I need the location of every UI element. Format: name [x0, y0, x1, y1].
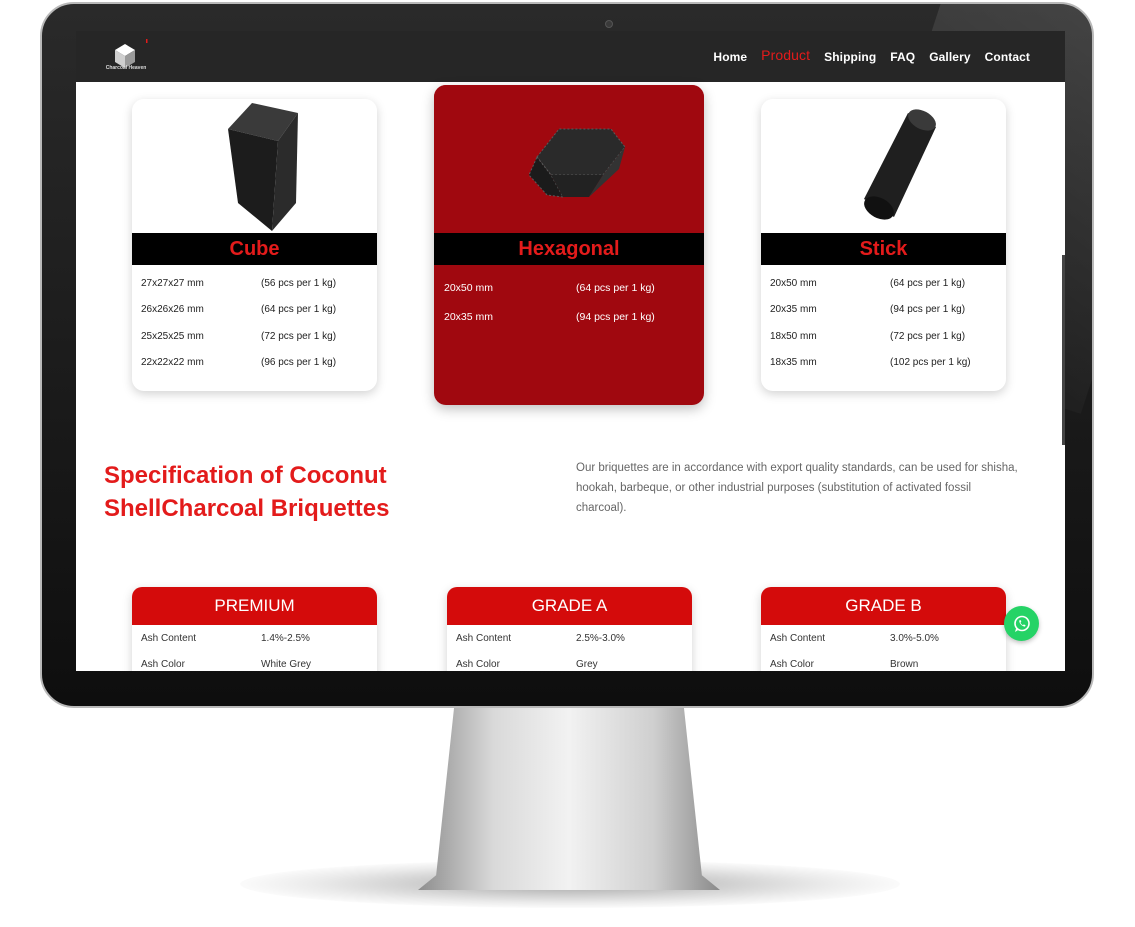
product-card-stick[interactable]: Stick 20x50 mm (64 pcs per 1 kg) 20x35 mm… — [761, 99, 1006, 391]
spec-row: 22x22x22 mm (96 pcs per 1 kg) — [141, 350, 369, 377]
monitor-mockup: Charcoal Heaven Home Product Shipping FA… — [0, 0, 1135, 927]
grade-label: Ash Content — [770, 632, 826, 644]
qty-text: (64 pcs per 1 kg) — [261, 304, 337, 316]
qty-text: (94 pcs per 1 kg) — [890, 304, 966, 316]
main-nav: Home Product Shipping FAQ Gallery Contac… — [713, 31, 1030, 82]
qty-text: (64 pcs per 1 kg) — [890, 277, 966, 289]
scrollbar[interactable] — [1062, 255, 1065, 445]
size-text: 27x27x27 mm — [141, 277, 204, 289]
nav-home[interactable]: Home — [713, 50, 747, 64]
nav-contact[interactable]: Contact — [985, 50, 1030, 64]
stick-image — [761, 99, 1006, 233]
nav-gallery[interactable]: Gallery — [929, 50, 970, 64]
nav-faq[interactable]: FAQ — [890, 50, 915, 64]
grade-value: Brown — [890, 658, 919, 670]
cube-briquette-icon — [227, 103, 298, 231]
qty-text: (72 pcs per 1 kg) — [261, 330, 337, 342]
grade-row: Ash Content 3.0%-5.0% — [761, 625, 1006, 651]
spec-row: 20x35 mm (94 pcs per 1 kg) — [444, 302, 696, 331]
grade-value: Grey — [576, 658, 598, 670]
spec-description: Our briquettes are in accordance with ex… — [576, 462, 1018, 514]
product-title: Stick — [761, 233, 1006, 265]
whatsapp-icon — [1013, 615, 1030, 632]
spec-list: 27x27x27 mm (56 pcs per 1 kg) 26x26x26 mm… — [141, 270, 369, 376]
spec-row: 26x26x26 mm (64 pcs per 1 kg) — [141, 297, 369, 324]
website-screen: Charcoal Heaven Home Product Shipping FA… — [76, 31, 1065, 671]
grade-row: Ash Content 2.5%-3.0% — [447, 625, 692, 651]
monitor-stand — [418, 706, 720, 890]
grade-row: Ash Color White Grey — [132, 651, 377, 671]
nav-shipping[interactable]: Shipping — [824, 50, 876, 64]
navbar: Charcoal Heaven Home Product Shipping FA… — [76, 31, 1065, 82]
spec-row: 20x35 mm (94 pcs per 1 kg) — [770, 297, 998, 324]
grade-card-a[interactable]: GRADE A Ash Content 2.5%-3.0% Ash Color Gr… — [447, 587, 692, 671]
product-title: Cube — [132, 233, 377, 265]
qty-text: (72 pcs per 1 kg) — [890, 330, 966, 342]
nav-product[interactable]: Product — [761, 47, 810, 63]
spec-list: 20x50 mm (64 pcs per 1 kg) 20x35 mm (94 pc… — [770, 270, 998, 376]
grade-label: Ash Content — [456, 632, 512, 644]
size-text: 18x50 mm — [770, 330, 817, 342]
size-text: 20x35 mm — [770, 304, 817, 316]
product-card-hexagonal[interactable]: Hexagonal 20x50 mm (64 pcs per 1 kg) 20x3… — [434, 85, 704, 405]
hexagonal-image — [434, 85, 704, 233]
spec-row: 20x50 mm (64 pcs per 1 kg) — [770, 270, 998, 297]
grade-title: GRADE B — [761, 587, 1006, 625]
qty-text: (102 pcs per 1 kg) — [890, 357, 971, 369]
size-text: 20x50 mm — [444, 281, 494, 294]
grade-value: White Grey — [261, 658, 312, 670]
spec-row: 20x50 mm (64 pcs per 1 kg) — [444, 273, 696, 302]
grade-row: Ash Color Brown — [761, 651, 1006, 671]
grade-card-b[interactable]: GRADE B Ash Content 3.0%-5.0% Ash Color Br… — [761, 587, 1006, 671]
size-text: 20x35 mm — [444, 310, 494, 323]
qty-text: (56 pcs per 1 kg) — [261, 277, 337, 289]
spec-row: 18x50 mm (72 pcs per 1 kg) — [770, 323, 998, 350]
size-text: 18x35 mm — [770, 357, 817, 369]
grade-row: Ash Color Grey — [447, 651, 692, 671]
stick-briquette-icon — [863, 109, 936, 220]
grade-label: Ash Color — [456, 658, 500, 670]
spec-row: 25x25x25 mm (72 pcs per 1 kg) — [141, 323, 369, 350]
spec-row: 18x35 mm (102 pcs per 1 kg) — [770, 350, 998, 377]
spec-heading: Specification of Coconut ShellCharcoal B… — [104, 462, 390, 522]
brand-name: Charcoal Heaven — [105, 65, 147, 71]
grade-title: PREMIUM — [132, 587, 377, 625]
whatsapp-button[interactable] — [1004, 606, 1039, 641]
spec-row: 27x27x27 mm (56 pcs per 1 kg) — [141, 270, 369, 297]
size-text: 20x50 mm — [770, 277, 817, 289]
grade-card-premium[interactable]: PREMIUM Ash Content 1.4%-2.5% Ash Color Wh… — [132, 587, 377, 671]
hexagonal-briquette-icon — [528, 128, 626, 198]
qty-text: (64 pcs per 1 kg) — [576, 281, 655, 294]
grade-row: Ash Content 1.4%-2.5% — [132, 625, 377, 651]
product-title: Hexagonal — [434, 233, 704, 265]
grade-value: 3.0%-5.0% — [890, 632, 939, 644]
size-text: 25x25x25 mm — [141, 330, 204, 342]
camera-icon — [605, 20, 613, 28]
size-text: 22x22x22 mm — [141, 357, 204, 369]
product-card-cube[interactable]: Cube 27x27x27 mm (56 pcs per 1 kg) 26x26x… — [132, 99, 377, 391]
grade-title: GRADE A — [447, 587, 692, 625]
qty-text: (94 pcs per 1 kg) — [576, 310, 655, 323]
grade-label: Ash Content — [141, 632, 197, 644]
spec-list: 20x50 mm (64 pcs per 1 kg) 20x35 mm (94 pc… — [444, 273, 696, 331]
grade-value: 2.5%-3.0% — [576, 632, 625, 644]
grade-label: Ash Color — [770, 658, 814, 670]
qty-text: (96 pcs per 1 kg) — [261, 357, 337, 369]
grade-label: Ash Color — [141, 658, 185, 670]
size-text: 26x26x26 mm — [141, 304, 204, 316]
grade-value: 1.4%-2.5% — [261, 632, 310, 644]
cube-image — [132, 99, 377, 233]
